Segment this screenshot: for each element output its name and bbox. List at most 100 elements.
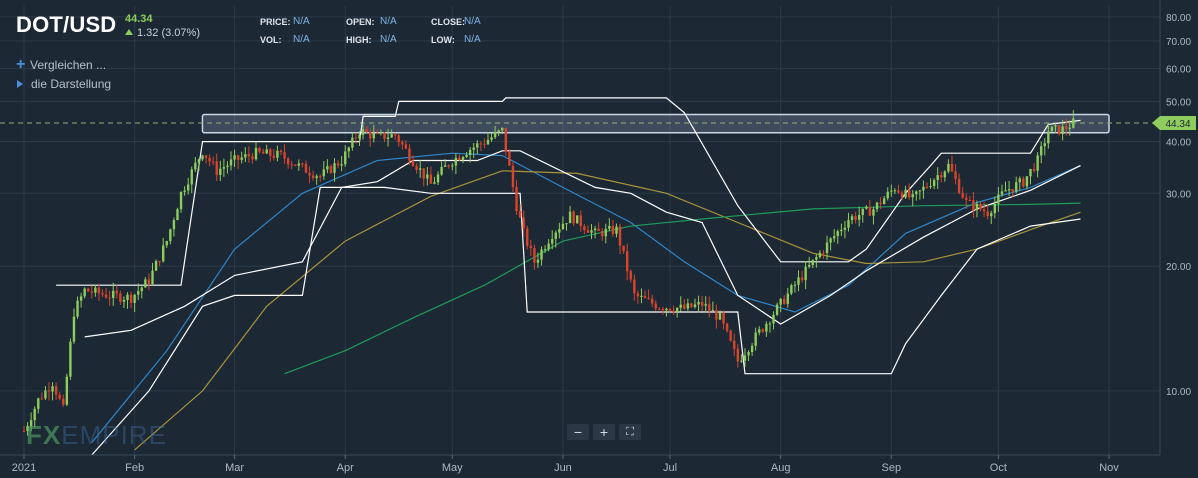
candle-body	[658, 308, 661, 310]
candle-body	[383, 132, 386, 140]
candle-body	[393, 134, 397, 136]
candle-body	[451, 165, 454, 167]
candle-body	[522, 217, 525, 229]
fullscreen-button[interactable]: ⛶	[619, 424, 641, 440]
candle-body	[597, 228, 600, 232]
zoom-in-button[interactable]: +	[593, 424, 615, 440]
candle-body	[397, 135, 400, 143]
candle-body	[308, 172, 311, 176]
candle-body	[804, 266, 807, 281]
y-tick-label: 10.00	[1166, 387, 1191, 398]
candle-body	[668, 308, 672, 311]
candle-body	[222, 167, 226, 169]
candle-body	[497, 130, 500, 133]
candle-body	[808, 264, 811, 267]
candle-body	[151, 270, 154, 284]
candle-body	[533, 247, 536, 263]
candle-body	[800, 277, 804, 281]
candle-body	[611, 225, 615, 234]
candle-body	[344, 151, 347, 165]
candle-body	[1068, 127, 1071, 129]
compare-menu[interactable]: + Vergleichen ...	[16, 56, 106, 74]
candle-body	[825, 242, 829, 253]
candle-body	[76, 300, 79, 317]
candle-body	[775, 304, 779, 315]
candle-body	[258, 147, 261, 152]
candle-body	[426, 174, 429, 179]
candle-body	[729, 330, 732, 341]
candle-body	[961, 192, 964, 198]
candle-body	[176, 209, 179, 221]
candle-body	[743, 355, 747, 361]
candle-body	[818, 252, 822, 258]
candle-body	[547, 243, 550, 250]
candle-body	[543, 249, 547, 251]
price-change: 1.32 (3.07%)	[125, 27, 200, 39]
candle-body	[336, 163, 340, 166]
candle-body	[565, 223, 568, 225]
candle-body	[147, 279, 151, 284]
candle-body	[561, 223, 565, 230]
candle-body	[204, 155, 208, 158]
candle-body	[722, 312, 725, 324]
x-tick-label: Mar	[225, 462, 244, 474]
candle-body	[865, 206, 868, 209]
candle-body	[279, 150, 283, 153]
x-tick-label: Jul	[663, 462, 677, 474]
candle-body	[708, 304, 711, 311]
candle-body	[468, 149, 472, 156]
candle-body	[754, 332, 757, 346]
candle-body	[968, 199, 972, 201]
candle-body	[94, 287, 97, 293]
ohlc-label-price: PRICE:	[260, 17, 291, 27]
candle-body	[1050, 126, 1054, 132]
candle-body	[351, 137, 354, 148]
candle-body	[87, 288, 90, 292]
candle-body	[832, 236, 836, 239]
candle-body	[850, 216, 854, 221]
candle-body	[618, 226, 622, 246]
candle-body	[875, 202, 879, 210]
candle-body	[44, 390, 47, 399]
price-change-value: 1.32 (3.07%)	[137, 27, 200, 39]
candle-body	[297, 163, 301, 166]
candle-body	[576, 215, 579, 224]
candle-body	[954, 171, 957, 179]
candle-body	[493, 132, 497, 138]
candle-body	[490, 137, 493, 140]
candle-body	[326, 166, 329, 170]
candle-body	[929, 186, 932, 188]
ticker-symbol: DOT/USD	[16, 12, 117, 37]
candle-body	[615, 226, 618, 234]
candle-body	[629, 271, 632, 280]
candle-body	[294, 164, 297, 166]
x-tick-label: Apr	[337, 462, 354, 474]
ohlc-value-close: N/A	[464, 16, 481, 27]
candle-body	[733, 340, 736, 349]
display-menu[interactable]: die Darstellung	[16, 77, 111, 91]
candle-body	[943, 171, 947, 178]
candle-body	[579, 215, 582, 227]
x-tick-label: 2021	[12, 462, 36, 474]
candle-body	[244, 154, 247, 158]
candle-body	[372, 133, 375, 139]
candle-body	[272, 155, 276, 158]
candle-body	[1072, 118, 1075, 128]
candle-body	[165, 241, 168, 246]
candle-body	[797, 277, 800, 285]
candle-body	[593, 228, 597, 231]
candle-body	[301, 163, 304, 165]
candle-body	[986, 211, 989, 217]
candle-body	[993, 203, 997, 214]
price-chart[interactable]: 10.00 20.00 30.00 40.00 50.00 60.00 70.00 80.00…	[0, 0, 1198, 478]
candle-body	[868, 206, 872, 216]
candle-body	[440, 166, 443, 175]
candle-body	[622, 245, 625, 252]
candle-body	[101, 293, 104, 295]
candle-body	[697, 301, 700, 305]
candle-body	[37, 398, 40, 409]
zoom-out-button[interactable]: −	[567, 424, 589, 440]
last-price: 44.34	[125, 13, 153, 25]
y-tick-label: 60.00	[1166, 65, 1191, 76]
x-tick-label: Jun	[554, 462, 572, 474]
